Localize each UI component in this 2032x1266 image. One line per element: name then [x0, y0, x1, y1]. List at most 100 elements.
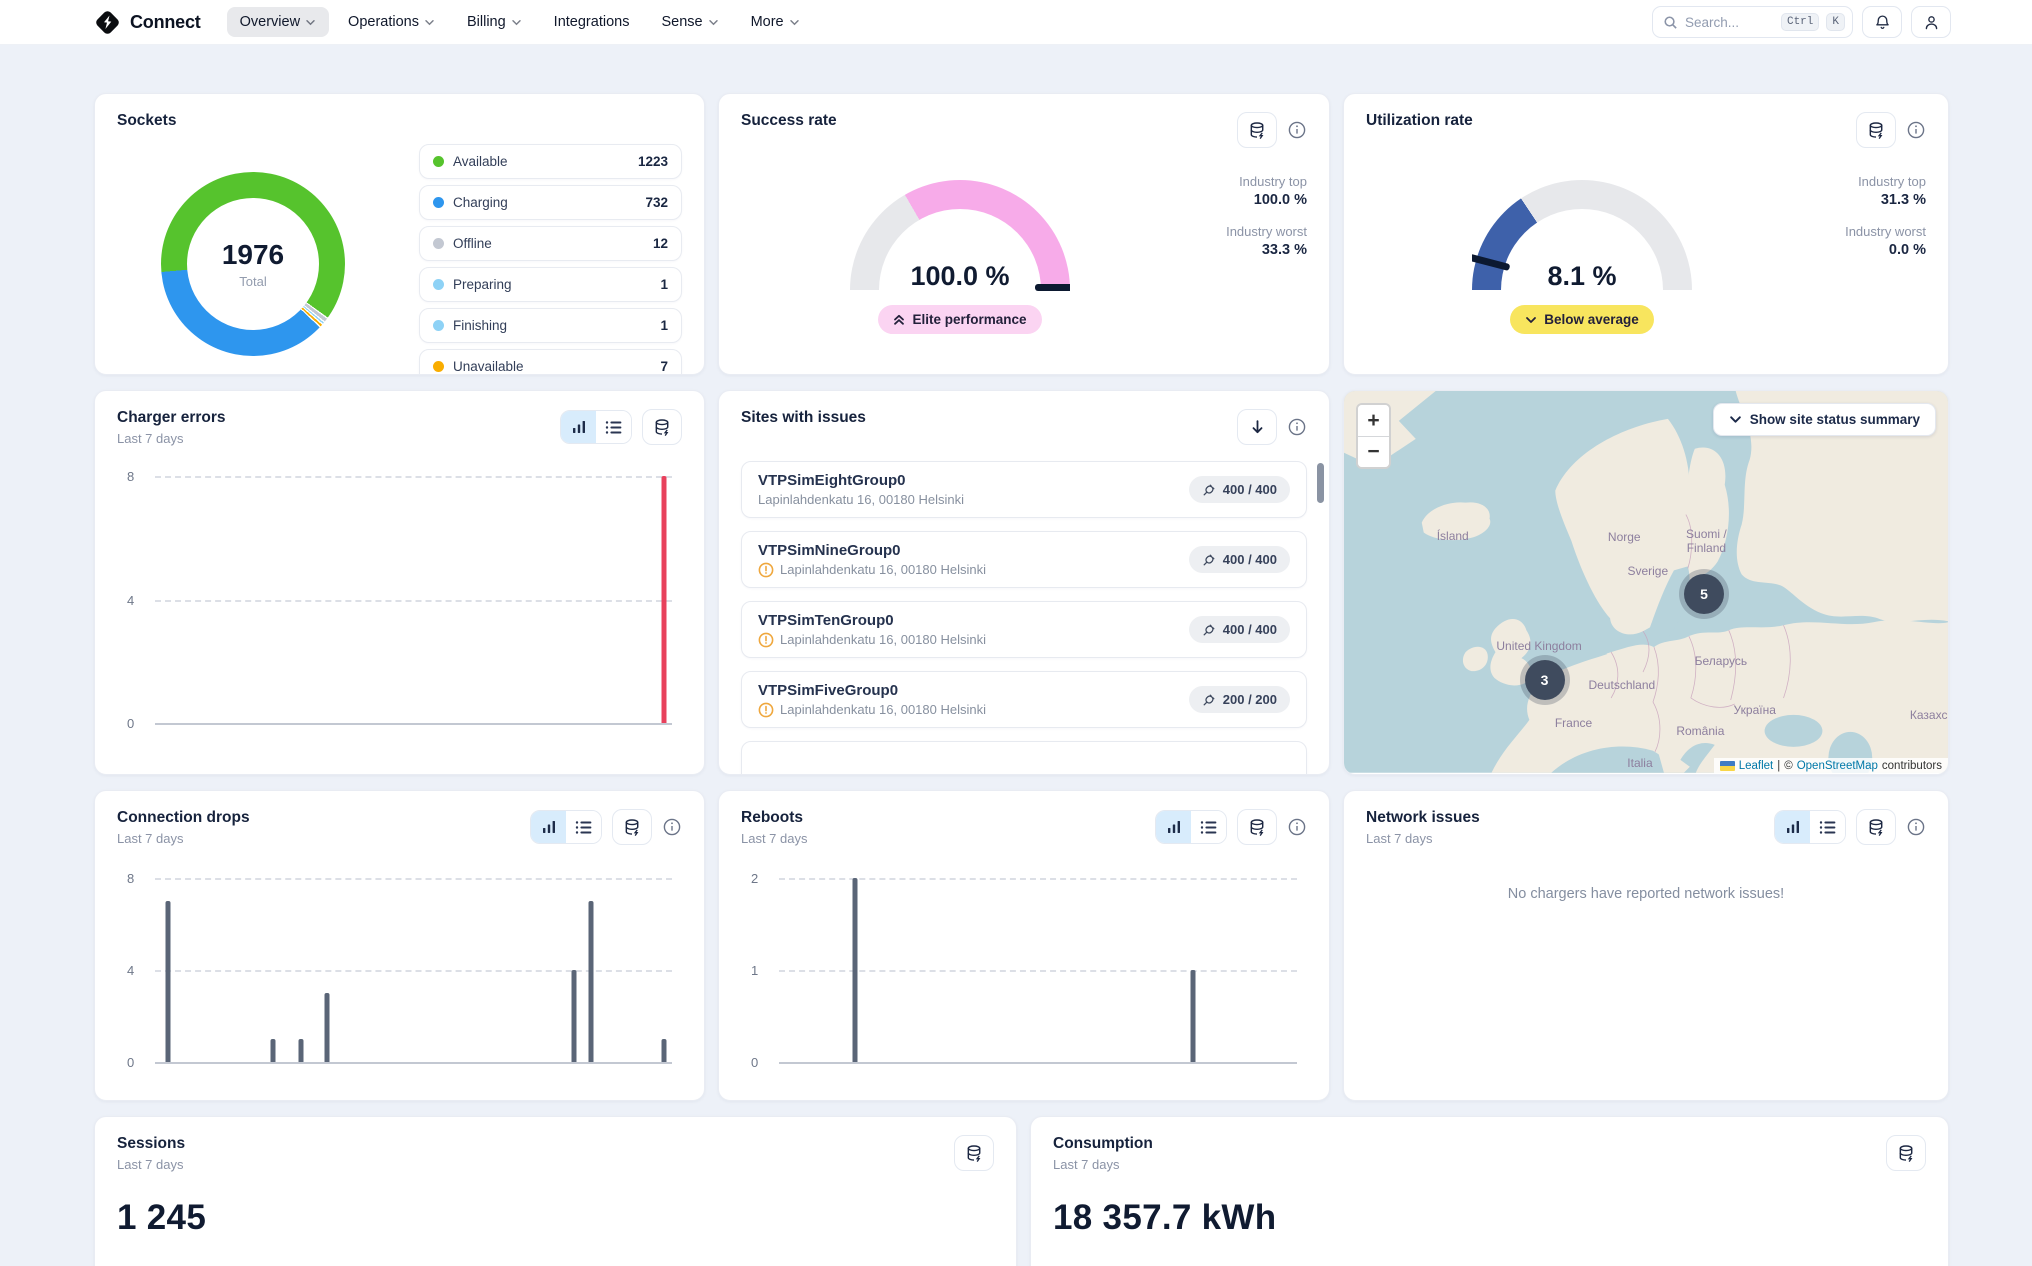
chevron-down-icon — [511, 19, 522, 26]
osm-link[interactable]: OpenStreetMap — [1797, 760, 1878, 772]
industry-top-value: 100.0 % — [1179, 192, 1307, 208]
list-view-button[interactable] — [1810, 811, 1845, 843]
info-icon[interactable] — [1287, 120, 1307, 140]
sites-map-card[interactable]: ÍslandNorgeSverigeSuomi / FinlandUnited … — [1343, 390, 1949, 775]
bar — [270, 1039, 275, 1062]
search-box[interactable]: Ctrl K — [1652, 6, 1853, 38]
chart-view-button[interactable] — [531, 811, 566, 843]
sessions-value: 1 245 — [117, 1198, 994, 1238]
site-name: VTPSimFiveGroup0 — [758, 682, 986, 699]
legend-label: Preparing — [453, 277, 512, 292]
chart-view-button[interactable] — [561, 411, 596, 443]
gridline: 4 — [155, 600, 672, 602]
legend-label: Available — [453, 154, 508, 169]
map-country-label: Italia — [1627, 757, 1652, 771]
map-country-label: Deutschland — [1588, 679, 1655, 693]
data-source-button[interactable] — [1886, 1135, 1926, 1171]
legend-dot — [433, 361, 444, 372]
notifications-button[interactable] — [1862, 6, 1902, 38]
y-tick-label: 0 — [751, 1055, 758, 1070]
list-view-button[interactable] — [566, 811, 601, 843]
brand-name: Connect — [130, 12, 201, 33]
legend-label: Finishing — [453, 318, 507, 333]
consumption-subtitle: Last 7 days — [1053, 1157, 1153, 1172]
list-icon — [575, 820, 592, 835]
scrollbar-thumb[interactable] — [1317, 463, 1324, 503]
list-icon — [1200, 820, 1217, 835]
chevron-down-icon — [424, 19, 435, 26]
list-icon — [605, 420, 622, 435]
consumption-title: Consumption — [1053, 1135, 1153, 1153]
data-source-button[interactable] — [1856, 112, 1896, 148]
info-icon[interactable] — [1287, 817, 1307, 837]
nav-item-overview[interactable]: Overview — [227, 7, 329, 37]
info-icon[interactable] — [1906, 817, 1926, 837]
connection-drops-title: Connection drops — [117, 809, 250, 827]
nav-item-sense[interactable]: Sense — [648, 7, 731, 37]
data-source-button[interactable] — [1856, 809, 1896, 845]
site-address: Lapinlahdenkatu 16, 00180 Helsinki — [758, 632, 986, 648]
sockets-total-label: Total — [239, 274, 266, 289]
data-source-button[interactable] — [954, 1135, 994, 1171]
chart-view-button[interactable] — [1156, 811, 1191, 843]
list-view-button[interactable] — [596, 411, 631, 443]
industry-worst-label: Industry worst — [1798, 224, 1926, 239]
map-zoom-control: + − — [1356, 403, 1391, 469]
sites-list: VTPSimEightGroup0Lapinlahdenkatu 16, 001… — [741, 461, 1307, 775]
y-tick-label: 4 — [127, 593, 134, 608]
bell-icon — [1874, 14, 1891, 31]
bar — [165, 901, 170, 1062]
zoom-in-button[interactable]: + — [1358, 405, 1389, 436]
chevron-down-icon — [305, 19, 316, 26]
success-rate-gauge: 100.0 % — [850, 180, 1070, 292]
plug-icon — [1202, 553, 1216, 567]
map-attribution: Leaflet | © OpenStreetMap contributors — [1714, 758, 1948, 774]
bar — [324, 993, 329, 1062]
legend-item-preparing: Preparing1 — [419, 267, 682, 302]
map-country-label: Suomi / Finland — [1686, 528, 1727, 556]
search-input[interactable] — [1685, 15, 1774, 30]
leaflet-link[interactable]: Leaflet — [1739, 760, 1774, 772]
database-lightning-icon — [1867, 818, 1886, 837]
site-row-partial[interactable] — [741, 741, 1307, 775]
user-menu-button[interactable] — [1911, 6, 1951, 38]
site-row[interactable]: VTPSimEightGroup0Lapinlahdenkatu 16, 001… — [741, 461, 1307, 518]
industry-top-label: Industry top — [1798, 174, 1926, 189]
bar — [571, 970, 576, 1062]
chart-view-button[interactable] — [1775, 811, 1810, 843]
view-toggle — [560, 410, 632, 444]
info-icon[interactable] — [662, 817, 682, 837]
sessions-title: Sessions — [117, 1135, 185, 1153]
site-row[interactable]: VTPSimTenGroup0Lapinlahdenkatu 16, 00180… — [741, 601, 1307, 658]
network-issues-empty-message: No chargers have reported network issues… — [1366, 886, 1926, 902]
info-icon[interactable] — [1906, 120, 1926, 140]
data-source-button[interactable] — [642, 409, 682, 445]
success-rate-value: 100.0 % — [850, 261, 1070, 292]
site-row[interactable]: VTPSimFiveGroup0Lapinlahdenkatu 16, 0018… — [741, 671, 1307, 728]
map-country-label: Україна — [1734, 704, 1776, 718]
info-icon[interactable] — [1287, 417, 1307, 437]
network-issues-title: Network issues — [1366, 809, 1480, 827]
nav-item-more[interactable]: More — [738, 7, 813, 37]
map-cluster-marker[interactable]: 3 — [1525, 660, 1565, 700]
nav-item-operations[interactable]: Operations — [335, 7, 448, 37]
nav-items: OverviewOperationsBillingIntegrationsSen… — [227, 7, 813, 37]
reboots-chart: 210 — [779, 878, 1297, 1062]
nav-item-billing[interactable]: Billing — [454, 7, 535, 37]
legend-dot — [433, 279, 444, 290]
data-source-button[interactable] — [612, 809, 652, 845]
map-country-label: Беларусь — [1695, 655, 1747, 669]
y-tick-label: 8 — [127, 871, 134, 886]
zoom-out-button[interactable]: − — [1358, 436, 1389, 467]
charger-errors-card: Charger errors Last 7 days — [94, 390, 705, 775]
database-lightning-icon — [965, 1144, 984, 1163]
nav-item-integrations[interactable]: Integrations — [541, 7, 643, 37]
site-row[interactable]: VTPSimNineGroup0Lapinlahdenkatu 16, 0018… — [741, 531, 1307, 588]
brand[interactable]: Connect — [94, 9, 201, 36]
download-button[interactable] — [1237, 409, 1277, 445]
data-source-button[interactable] — [1237, 112, 1277, 148]
data-source-button[interactable] — [1237, 809, 1277, 845]
site-status-summary-button[interactable]: Show site status summary — [1713, 403, 1936, 436]
map-cluster-marker[interactable]: 5 — [1684, 574, 1724, 614]
list-view-button[interactable] — [1191, 811, 1226, 843]
